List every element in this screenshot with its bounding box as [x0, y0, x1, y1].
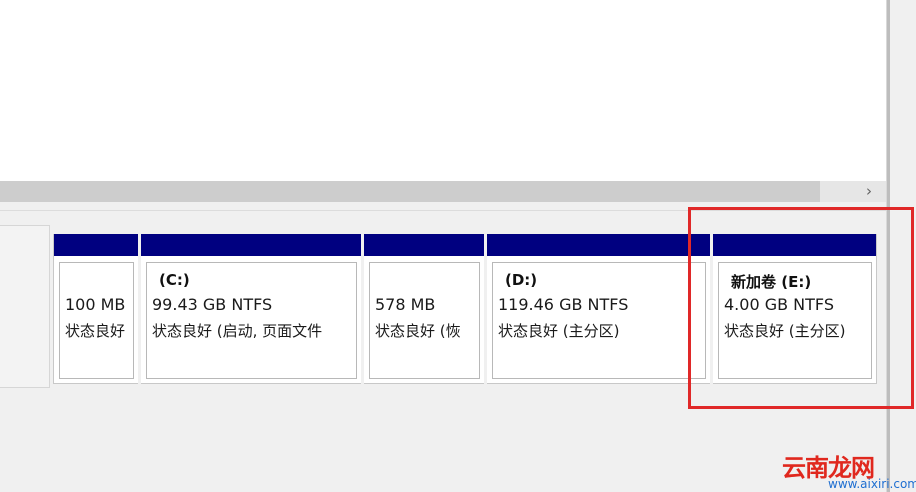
partition-body[interactable]: (C:) 99.43 GB NTFS 状态良好 (启动, 页面文件 [146, 262, 357, 379]
partition-size: 578 MB [375, 295, 436, 314]
partition-header-bar [141, 234, 361, 256]
watermark-logo: 云南龙网 www.aixiri.com [782, 448, 916, 492]
horizontal-scrollbar-thumb[interactable] [0, 181, 820, 202]
horizontal-scrollbar[interactable] [0, 181, 886, 202]
partition-header-bar [54, 234, 138, 256]
partition-body[interactable]: 578 MB 状态良好 (恢 [369, 262, 480, 379]
partition-name: (C:) [159, 271, 190, 289]
highlight-annotation-box [688, 207, 914, 409]
partition-header-bar [487, 234, 710, 256]
partition-status: 状态良好 (启动, 页面文件 [152, 322, 323, 340]
partition-size: 119.46 GB NTFS [498, 295, 629, 314]
partition-size: 99.43 GB NTFS [152, 295, 273, 314]
partition-recovery[interactable]: 578 MB 状态良好 (恢 [364, 234, 484, 384]
disk-label-cell[interactable] [0, 225, 50, 388]
partition-status: 状态良好 (主分区) [498, 322, 620, 340]
partition-body[interactable]: (D:) 119.46 GB NTFS 状态良好 (主分区) [492, 262, 706, 379]
partition-header-bar [364, 234, 484, 256]
volume-list-pane [0, 0, 886, 181]
partition-c[interactable]: (C:) 99.43 GB NTFS 状态良好 (启动, 页面文件 [141, 234, 361, 384]
partition-d[interactable]: (D:) 119.46 GB NTFS 状态良好 (主分区) [487, 234, 710, 384]
partition-status: 状态良好 [65, 322, 126, 340]
partition-size: 100 MB [65, 295, 126, 314]
scroll-right-arrow-icon[interactable]: › [858, 181, 880, 202]
partition-body[interactable]: 100 MB 状态良好 [59, 262, 134, 379]
partition-name: (D:) [505, 271, 538, 289]
partition-system-reserved[interactable]: 100 MB 状态良好 [54, 234, 138, 384]
watermark-url: www.aixiri.com [828, 477, 916, 491]
partition-status: 状态良好 (恢 [375, 322, 461, 340]
